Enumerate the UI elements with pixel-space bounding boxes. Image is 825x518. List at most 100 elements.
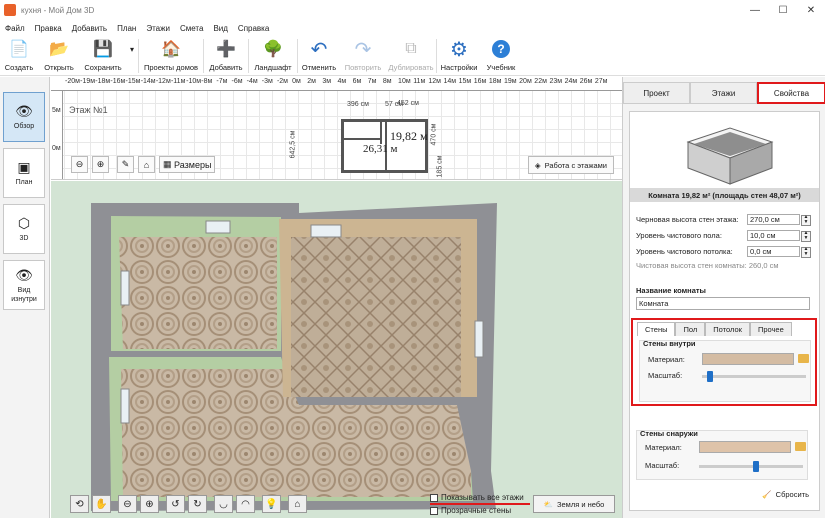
menu-file[interactable]: Файл [0, 24, 30, 33]
folder-icon[interactable] [795, 442, 806, 451]
outer-material-swatch[interactable] [699, 441, 791, 453]
transparent-walls-checkbox[interactable]: Прозрачные стены [430, 506, 511, 515]
dimension-label: 185 см [436, 155, 444, 178]
slider-knob[interactable] [752, 461, 759, 472]
measure-button[interactable]: ✎ [117, 156, 134, 173]
add-button[interactable]: ➕ Добавить [204, 36, 248, 76]
sidebar-item-3d[interactable]: ⬡ 3D [3, 204, 45, 254]
zoom-in-3d-button[interactable]: ⊕ [140, 495, 159, 513]
redo-icon: ↷ [354, 38, 372, 61]
tutorial-button[interactable]: ? Учебник [481, 36, 521, 76]
spinner-icon[interactable]: ▲ ▼ [801, 214, 811, 226]
room-name-input[interactable]: Комната [636, 297, 810, 310]
sidebar-item-overview[interactable]: 👁 Обзор [3, 92, 45, 142]
floors-work-button[interactable]: ◈ Работа с этажами [527, 156, 614, 174]
menu-plan[interactable]: План [112, 24, 141, 33]
minimize-button[interactable]: — [741, 0, 769, 20]
zoom-out-button[interactable]: ⊖ [71, 156, 88, 173]
tab-properties[interactable]: Свойства [757, 82, 825, 104]
zoom-out-3d-button[interactable]: ⊖ [118, 495, 137, 513]
room-area-label: 19,82 м [390, 129, 428, 143]
3d-view[interactable] [51, 181, 622, 518]
finished-floor-field[interactable]: 10,0 см ▲ ▼ [747, 229, 811, 242]
home-3d-button[interactable]: ⌂ [288, 495, 307, 513]
transparent-walls-label: Прозрачные стены [441, 506, 512, 515]
sidebar-item-plan[interactable]: ▣ План [3, 148, 45, 198]
home-button[interactable]: ⌂ [138, 156, 155, 173]
outer-scale-slider[interactable] [699, 461, 803, 472]
spinner-icon[interactable]: ▲ ▼ [801, 246, 811, 258]
menu-help[interactable]: Справка [233, 24, 274, 33]
tab-ceiling[interactable]: Потолок [705, 322, 750, 336]
home-icon: ⌂ [143, 159, 150, 170]
sidebar-item-inside-view[interactable]: 👁 Вид изнутри [3, 260, 45, 310]
folder-icon[interactable] [798, 354, 809, 363]
rotate-right-button[interactable]: ↻ [188, 495, 207, 513]
save-button[interactable]: 💾 Сохранить [80, 36, 126, 76]
redo-button[interactable]: ↷ Повторить [340, 36, 386, 76]
finished-ceiling-field[interactable]: 0,0 см ▲ ▼ [747, 245, 811, 258]
sidebar-label: Обзор [13, 123, 35, 130]
pan-button[interactable]: ✋ [92, 495, 111, 513]
ruler-tick: 11м [413, 78, 426, 85]
rotate-button[interactable]: ⟲ [70, 495, 89, 513]
redo-label: Повторить [344, 63, 382, 72]
ruler-tick: 4м [337, 78, 347, 85]
zoom-in-button[interactable]: ⊕ [92, 156, 109, 173]
rotate-left-button[interactable]: ↺ [166, 495, 185, 513]
sizes-button[interactable]: ▦ Размеры [159, 156, 216, 173]
tab-floors[interactable]: Этажи [690, 82, 757, 104]
finished-floor-value: 10,0 см [750, 230, 776, 240]
menu-view[interactable]: Вид [208, 24, 232, 33]
duplicate-button[interactable]: ⧉ Дублировать [386, 36, 436, 76]
settings-button[interactable]: ⚙ Настройки [437, 36, 481, 76]
light-button[interactable]: 💡 [262, 495, 281, 513]
maximize-button[interactable]: ☐ [769, 0, 797, 20]
show-all-floors-checkbox[interactable]: Показывать все этажи [430, 493, 524, 502]
house-projects-button[interactable]: 🏠 Проекты домов [139, 36, 203, 76]
reset-label: Сбросить [775, 490, 809, 499]
save-dropdown-button[interactable]: ▾ [126, 36, 138, 76]
spinner-icon[interactable]: ▲ ▼ [801, 230, 811, 242]
open-button[interactable]: 📂 Открыть [38, 36, 80, 76]
add-label: Добавить [209, 63, 243, 72]
ruler-tick: -11м [170, 78, 186, 85]
inner-material-swatch[interactable] [702, 353, 794, 365]
rough-height-label: Черновая высота стен этажа: [636, 214, 739, 224]
checkbox[interactable] [430, 493, 438, 502]
tab-walls[interactable]: Стены [637, 322, 676, 336]
rough-height-field[interactable]: 270,0 см ▲ ▼ [747, 213, 811, 226]
ruler-tick: -20м [65, 78, 80, 85]
slider-knob[interactable] [706, 371, 713, 382]
horizontal-ruler: -20м -19м -18м -16м -15м -14м -12м -11м -10м -8м -… [51, 77, 622, 91]
ground-sky-button[interactable]: ⛅ Земля и небо [533, 495, 615, 513]
room-area-label: 26,31 м [363, 143, 398, 155]
create-button[interactable]: 📄 Создать [0, 36, 38, 76]
duplicate-label: Дублировать [388, 63, 434, 72]
vertical-ruler: 5м 0м [51, 91, 63, 179]
house-3d-render [91, 203, 497, 511]
inner-scale-slider[interactable] [702, 371, 806, 382]
tilt-down-button[interactable]: ◡ [214, 495, 233, 513]
menu-edit[interactable]: Правка [30, 24, 67, 33]
close-button[interactable]: ✕ [797, 0, 825, 20]
ruler-tick: -7м [216, 78, 228, 85]
tilt-up-button[interactable]: ◠ [236, 495, 255, 513]
landscape-button[interactable]: 🌳 Ландшафт [249, 36, 297, 76]
menu-floors[interactable]: Этажи [141, 24, 175, 33]
undo-button[interactable]: ↶ Отменить [298, 36, 340, 76]
checkbox[interactable] [430, 506, 438, 515]
menu-estimate[interactable]: Смета [175, 24, 208, 33]
reset-button[interactable]: 🧹 Сбросить [762, 490, 809, 499]
tab-project[interactable]: Проект [623, 82, 690, 104]
ruler-tick: 16м [473, 78, 487, 85]
menu-add[interactable]: Добавить [67, 24, 112, 33]
tab-other[interactable]: Прочее [749, 322, 792, 336]
ruler-tick: -10м [186, 78, 202, 85]
tab-floor[interactable]: Пол [675, 322, 706, 336]
ruler-tick: -18м [95, 78, 111, 85]
floor-plan-view[interactable]: -20м -19м -18м -16м -15м -14м -12м -11м -10м -8м -… [51, 77, 622, 180]
ground-sky-label: Земля и небо [556, 499, 605, 509]
dimension-label: 396 см [347, 101, 369, 108]
ruler-tick: 22м [534, 78, 547, 85]
